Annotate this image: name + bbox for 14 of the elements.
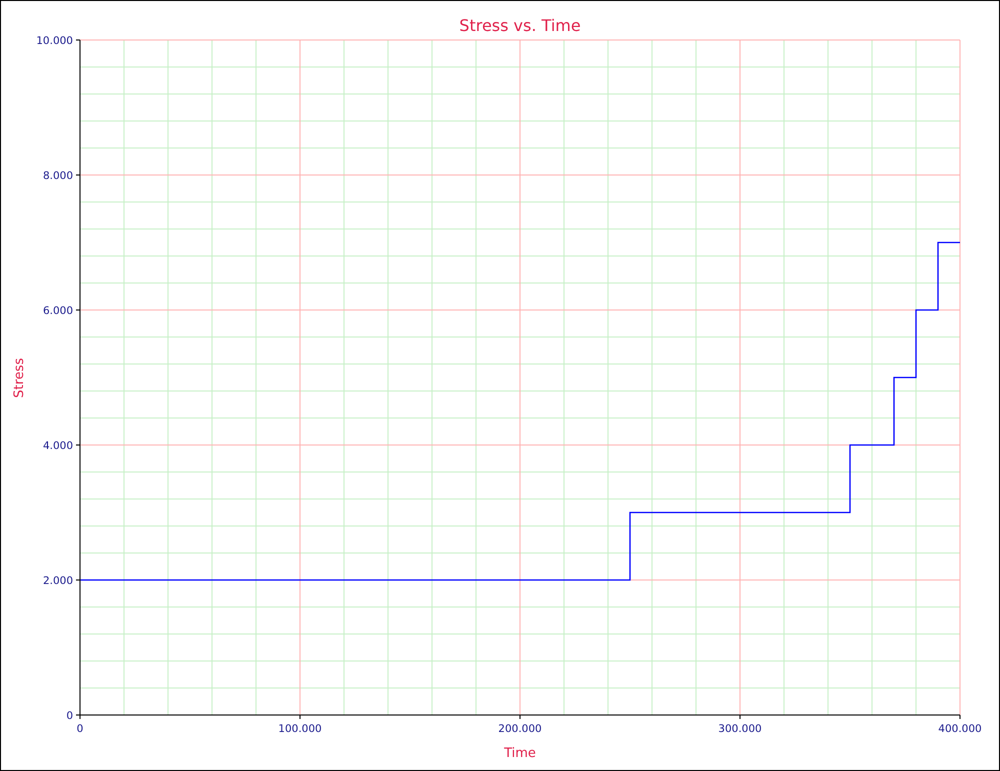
x-axis-label: Time (504, 746, 536, 761)
chart-title: Stress vs. Time (459, 16, 581, 35)
y-tick-label: 6.000 (42, 305, 73, 317)
y-axis-label: Stress (12, 358, 27, 398)
x-tick-label: 0 (76, 723, 84, 735)
y-tick-label: 8.000 (42, 170, 73, 182)
y-tick-label: 2.000 (42, 575, 73, 587)
y-tick-label: 0 (66, 710, 73, 722)
x-tick-label: 100.000 (278, 723, 322, 735)
x-tick-label: 200.000 (498, 723, 542, 735)
y-tick-label: 10.000 (36, 35, 73, 47)
x-tick-label: 400.000 (938, 723, 982, 735)
x-tick-label: 300.000 (718, 723, 762, 735)
y-tick-label: 4.000 (42, 440, 73, 452)
